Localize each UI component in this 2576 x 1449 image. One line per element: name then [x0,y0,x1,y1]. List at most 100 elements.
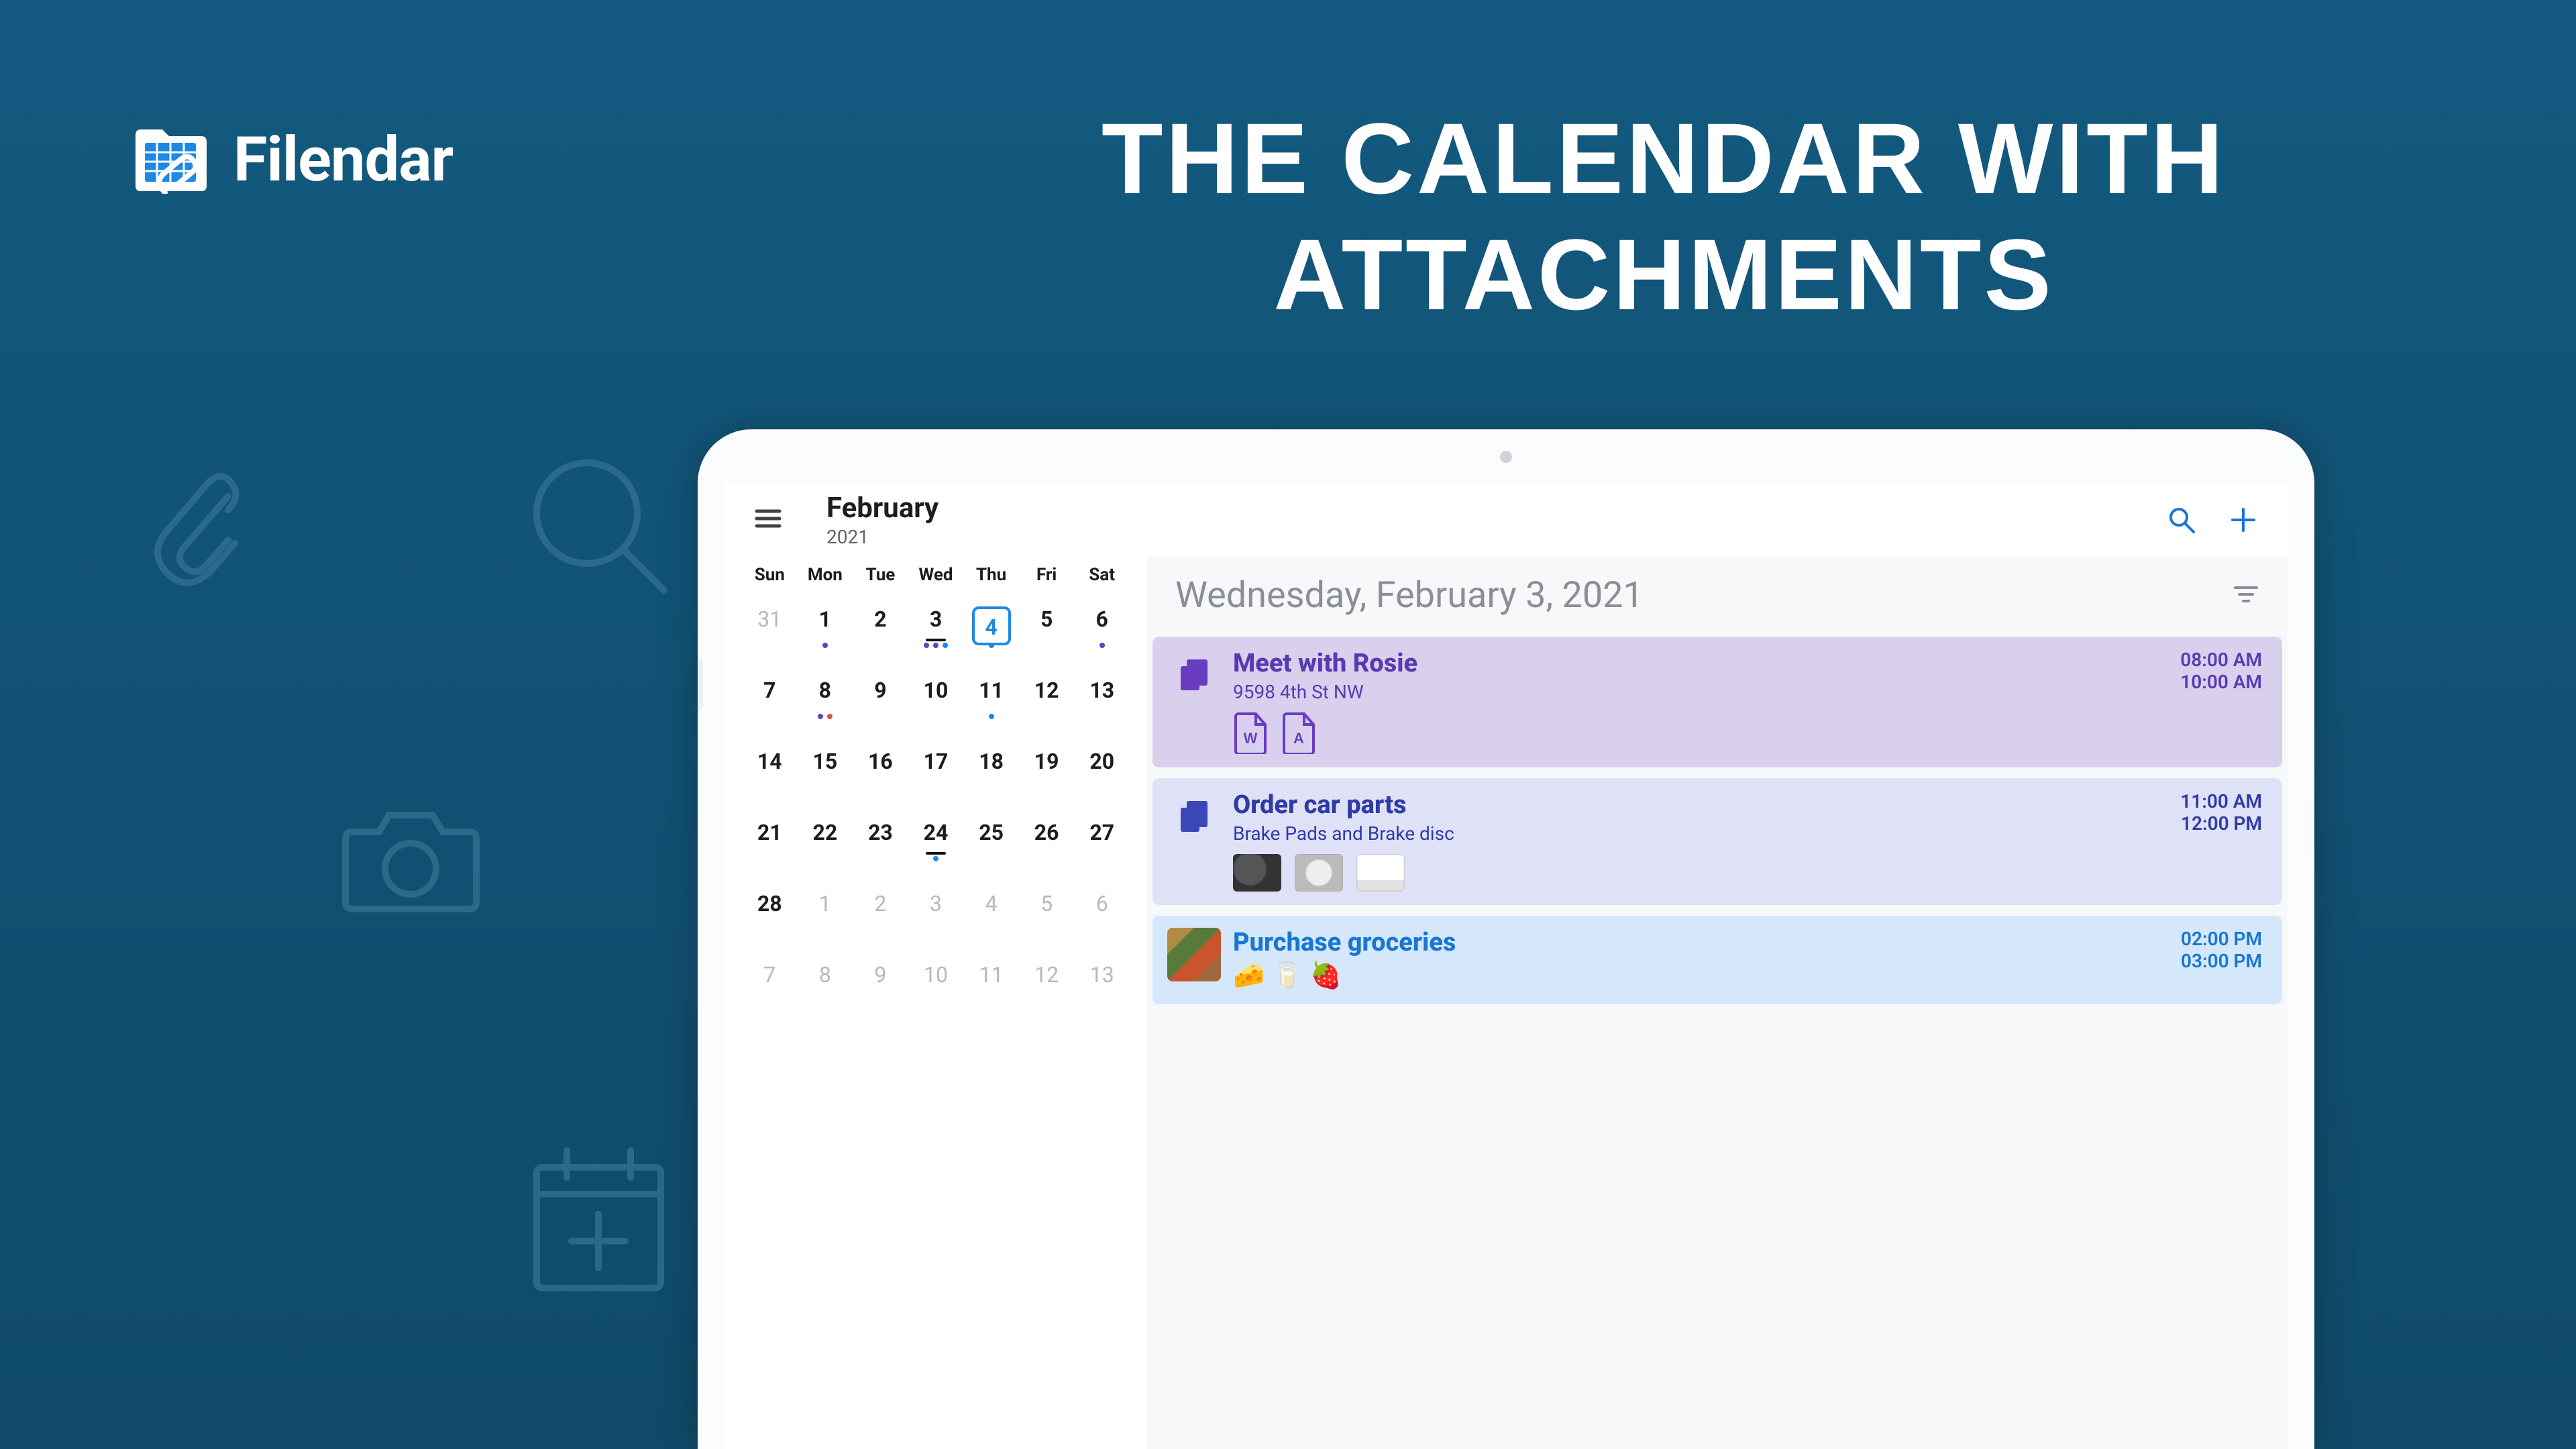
event-body: Purchase groceries🧀🥛🍓 [1233,928,2181,991]
appbar-year: 2021 [826,526,938,548]
mini-calendar: SunMonTueWedThuFriSat 311234567891011121… [724,557,1147,1449]
calendar-day[interactable]: 3 [908,600,964,632]
calendar-day[interactable]: 17 [908,742,964,774]
calendar-day[interactable]: 5 [1019,600,1075,632]
event-title: Purchase groceries [1233,928,2181,957]
calendar-day: 4 [963,884,1019,916]
calendar-day[interactable]: 22 [798,813,853,845]
calendar-day[interactable]: 28 [742,884,798,916]
calendar-day[interactable]: 1 [798,600,853,632]
pdf-file-icon[interactable]: A [1281,712,1316,754]
dow-header: Mon [798,565,853,585]
day-detail-panel: Wednesday, February 3, 2021 Meet with Ro… [1147,557,2288,1449]
calendar-day[interactable]: 23 [853,813,908,845]
detail-date-label: Wednesday, February 3, 2021 [1175,574,1644,616]
search-button[interactable] [2165,504,2198,536]
calendar-day[interactable]: 21 [742,813,798,845]
calendar-day[interactable]: 6 [1074,600,1130,632]
event-dot-icon [818,714,823,719]
calendar-add-icon [530,1140,667,1295]
event-dot-icon [933,856,938,861]
calendar-day: 6 [1074,884,1130,916]
svg-text:W: W [1244,730,1258,747]
event-title: Order car parts [1233,790,2180,820]
magnify-icon [523,449,674,600]
calendar-day: 11 [963,955,1019,987]
brand-name: Filendar [233,124,453,196]
app-bar: February 2021 [724,483,2288,557]
event-title: Meet with Rosie [1233,649,2180,678]
dow-header: Wed [908,565,964,585]
camera-icon [342,798,480,916]
calendar-day[interactable]: 15 [798,742,853,774]
paperclip-icon [127,456,241,597]
calendar-day[interactable]: 19 [1019,742,1075,774]
calendar-day[interactable]: 27 [1074,813,1130,845]
tablet-device: February 2021 SunMonTueWedThuFriSat 3112… [698,429,2314,1449]
copy-icon [1167,790,1221,844]
event-times: 02:00 PM03:00 PM [2181,928,2262,972]
dow-header: Tue [853,565,908,585]
calendar-day: 3 [908,884,964,916]
calendar-day[interactable]: 4 [963,600,1019,645]
dow-header: Fri [1019,565,1075,585]
calendar-day: 10 [908,955,964,987]
brand-logo-icon [134,127,208,194]
calendar-day[interactable]: 20 [1074,742,1130,774]
attachment-thumb[interactable] [1295,854,1343,892]
add-event-button[interactable] [2227,504,2259,536]
event-dot-icon [943,643,948,648]
calendar-day[interactable]: 26 [1019,813,1075,845]
appbar-month: February [826,492,938,525]
dow-header: Sun [742,565,798,585]
event-row[interactable]: Order car partsBrake Pads and Brake disc… [1152,778,2282,905]
event-dot-icon [989,643,994,648]
calendar-day: 5 [1019,884,1075,916]
calendar-day: 13 [1074,955,1130,987]
calendar-day[interactable]: 25 [963,813,1019,845]
calendar-day[interactable]: 7 [742,671,798,703]
event-dot-icon [827,714,833,719]
event-end-time: 12:00 PM [2180,812,2262,835]
tablet-side-button [698,657,703,711]
event-dot-icon [933,643,938,648]
menu-button[interactable] [753,503,784,537]
app-screen: February 2021 SunMonTueWedThuFriSat 3112… [724,483,2288,1449]
event-subtitle: Brake Pads and Brake disc [1233,822,2180,845]
attachment-thumb[interactable] [1356,854,1405,892]
event-dot-icon [822,643,828,648]
calendar-day[interactable]: 2 [853,600,908,632]
word-file-icon[interactable]: W [1233,712,1268,754]
attachment-thumb[interactable] [1233,854,1281,892]
appbar-title[interactable]: February 2021 [826,492,938,548]
calendar-day[interactable]: 10 [908,671,964,703]
event-photo-thumb [1167,928,1221,981]
calendar-day[interactable]: 14 [742,742,798,774]
event-row[interactable]: Purchase groceries🧀🥛🍓02:00 PM03:00 PM [1152,916,2282,1004]
event-start-time: 02:00 PM [2181,928,2262,950]
dow-header: Sat [1074,565,1130,585]
calendar-day[interactable]: 9 [853,671,908,703]
calendar-day[interactable]: 8 [798,671,853,703]
event-times: 11:00 AM12:00 PM [2180,790,2262,835]
calendar-day[interactable]: 16 [853,742,908,774]
event-start-time: 08:00 AM [2180,649,2262,671]
calendar-day[interactable]: 11 [963,671,1019,703]
event-dot-icon [1099,643,1105,648]
calendar-day: 2 [853,884,908,916]
calendar-day[interactable]: 13 [1074,671,1130,703]
event-times: 08:00 AM10:00 AM [2180,649,2262,693]
filter-button[interactable] [2233,581,2259,610]
event-body: Meet with Rosie 9598 4th St NW W A [1233,649,2180,754]
event-end-time: 10:00 AM [2180,671,2262,693]
event-start-time: 11:00 AM [2180,790,2262,812]
calendar-day[interactable]: 24 [908,813,964,845]
calendar-day[interactable]: 12 [1019,671,1075,703]
event-row[interactable]: Meet with Rosie 9598 4th St NW W A 08:00 AM1… [1152,637,2282,767]
event-attachments [1233,854,2180,892]
event-body: Order car partsBrake Pads and Brake disc [1233,790,2180,892]
event-subtitle: 9598 4th St NW [1233,681,2180,703]
event-end-time: 03:00 PM [2181,950,2262,972]
calendar-day[interactable]: 18 [963,742,1019,774]
event-dot-icon [989,714,994,719]
